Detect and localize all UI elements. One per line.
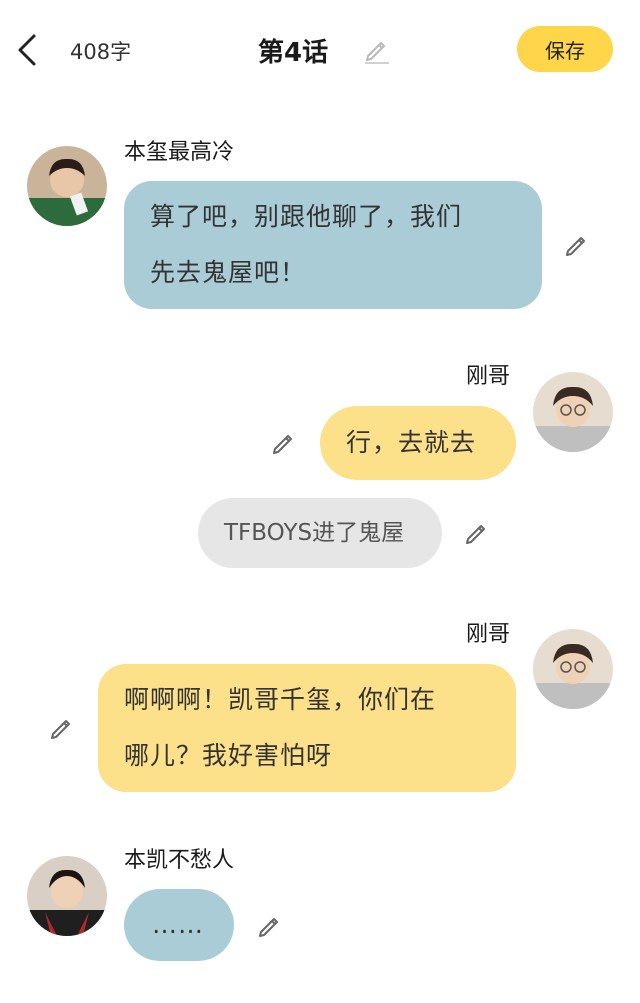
- message-bubble[interactable]: 算了吧，别跟他聊了，我们 先去鬼屋吧！: [124, 181, 542, 309]
- avatar-image: [533, 629, 613, 709]
- pencil-icon[interactable]: [362, 34, 392, 64]
- avatar-image: [27, 856, 107, 936]
- message-line: 先去鬼屋吧！: [150, 258, 307, 287]
- message-line: 算了吧，别跟他聊了，我们: [150, 202, 463, 231]
- pencil-icon[interactable]: [48, 714, 76, 742]
- avatar[interactable]: [533, 372, 613, 452]
- avatar[interactable]: [27, 146, 107, 226]
- speaker-name: 刚哥: [466, 622, 511, 647]
- speaker-name: 刚哥: [466, 364, 511, 389]
- save-button[interactable]: 保存: [517, 26, 613, 72]
- avatar[interactable]: [533, 629, 613, 709]
- back-arrow-icon[interactable]: [14, 30, 42, 70]
- avatar-image: [533, 372, 613, 452]
- message-bubble[interactable]: 啊啊啊！凯哥千玺，你们在 哪儿？我好害怕呀: [98, 664, 516, 792]
- message-line: ……: [152, 910, 204, 939]
- avatar[interactable]: [27, 856, 107, 936]
- pencil-icon[interactable]: [463, 519, 491, 547]
- header-bar: 408字 第4话 保存: [0, 0, 640, 100]
- word-count: 408字: [70, 40, 132, 64]
- pencil-icon[interactable]: [563, 231, 591, 259]
- pencil-icon[interactable]: [270, 429, 298, 457]
- pencil-icon[interactable]: [256, 912, 284, 940]
- message-line: 啊啊啊！凯哥千玺，你们在: [124, 685, 437, 714]
- message-line: 哪儿？我好害怕呀: [124, 741, 333, 770]
- chapter-title: 第4话: [258, 38, 329, 68]
- narration-text: TFBOYS进了鬼屋: [224, 520, 405, 546]
- chat-editor-page: 408字 第4话 保存 本玺最高冷 算了吧，别跟他聊了，我们 先去鬼屋吧！ 刚哥: [0, 0, 640, 1003]
- message-line: 行，去就去: [346, 428, 477, 457]
- message-bubble[interactable]: ……: [124, 889, 234, 961]
- speaker-name: 本玺最高冷: [124, 140, 235, 165]
- avatar-image: [27, 146, 107, 226]
- narration-bubble[interactable]: TFBOYS进了鬼屋: [198, 498, 442, 568]
- speaker-name: 本凯不愁人: [124, 848, 235, 873]
- message-bubble[interactable]: 行，去就去: [320, 406, 516, 480]
